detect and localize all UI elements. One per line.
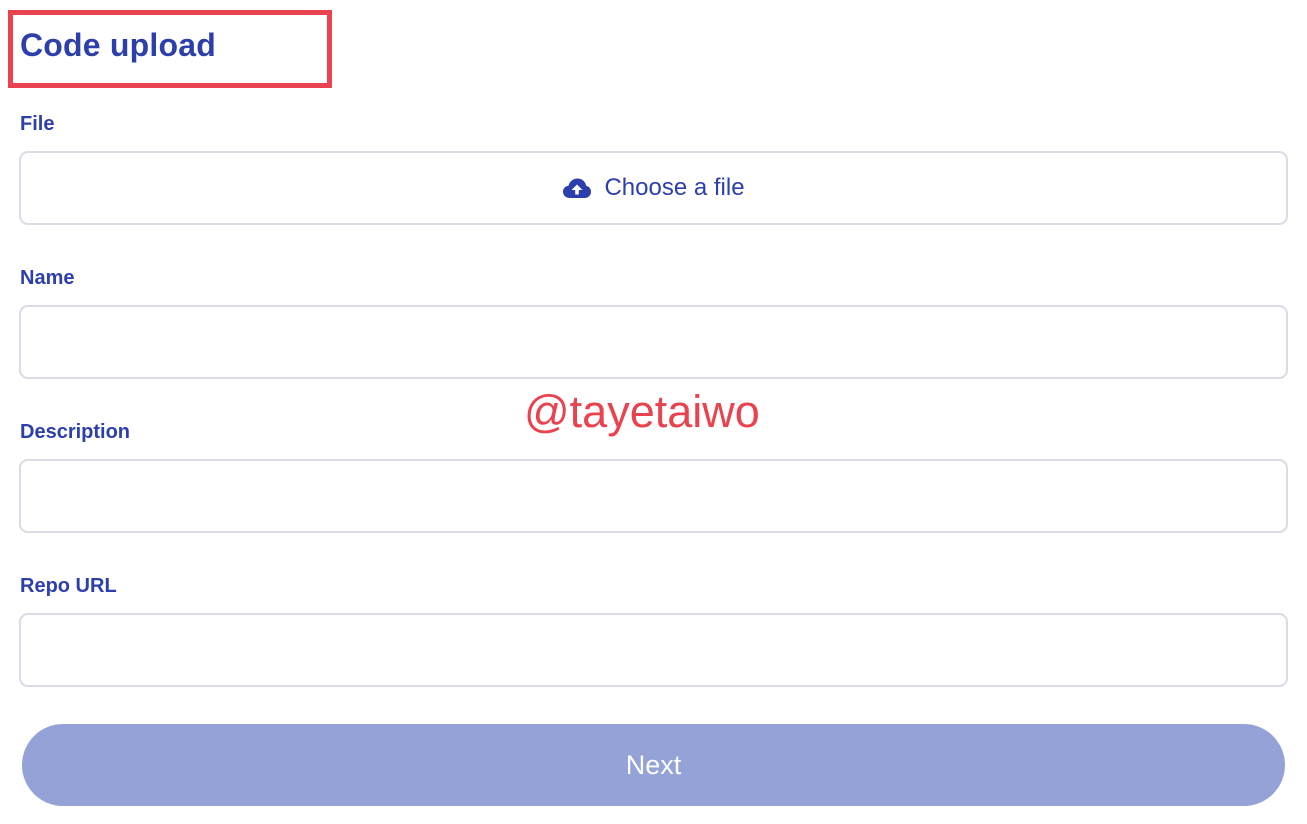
file-label: File <box>20 113 55 135</box>
watermark-text: @tayetaiwo <box>524 386 760 437</box>
cloud-upload-icon <box>562 177 592 199</box>
file-upload-button[interactable]: Choose a file <box>19 151 1288 225</box>
page-title: Code upload <box>20 27 216 63</box>
description-label: Description <box>20 421 131 443</box>
code-upload-page: Code upload File Choose a file Name Desc… <box>0 0 1307 824</box>
description-input[interactable] <box>19 459 1288 533</box>
name-input[interactable] <box>19 305 1288 379</box>
next-button[interactable]: Next <box>22 724 1285 806</box>
name-label: Name <box>20 267 75 289</box>
file-upload-content: Choose a file <box>562 174 745 202</box>
repo-url-label: Repo URL <box>20 575 117 597</box>
repo-url-input[interactable] <box>19 613 1288 687</box>
choose-file-text: Choose a file <box>604 174 745 201</box>
